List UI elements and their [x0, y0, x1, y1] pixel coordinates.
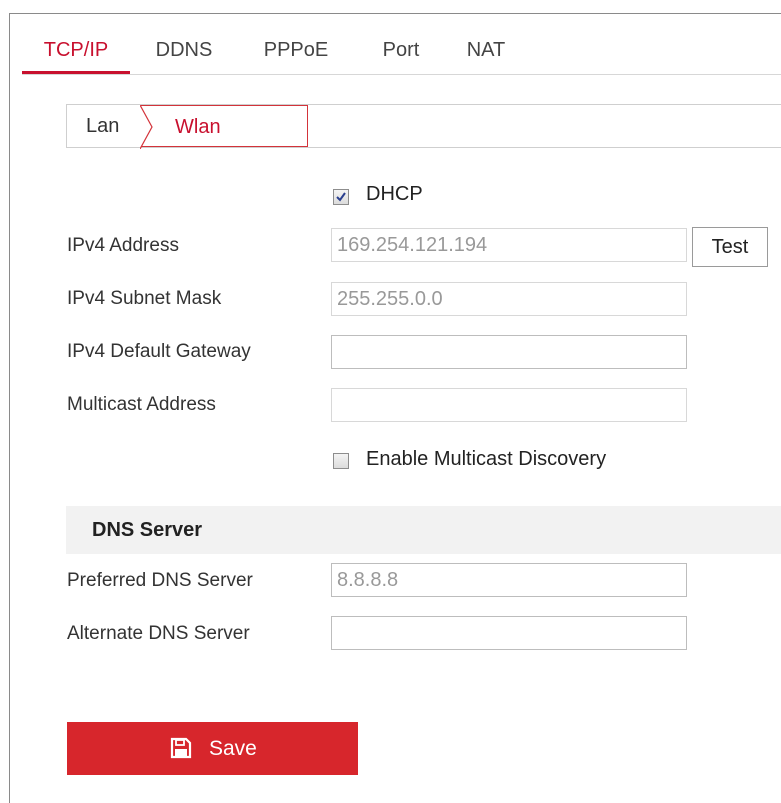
dns-section-header: DNS Server [66, 506, 781, 554]
subtab-lan[interactable]: Lan [86, 105, 119, 147]
dns-section-title: DNS Server [92, 519, 203, 541]
top-tabs: TCP/IP DDNS PPPoE Port NAT [22, 30, 781, 74]
subtab-wlan[interactable]: Wlan [140, 105, 308, 149]
subtab-arrow-icon [140, 105, 153, 149]
ipv4-subnet-mask-input[interactable] [331, 282, 687, 316]
test-button[interactable]: Test [692, 227, 768, 267]
dhcp-checkbox[interactable] [333, 189, 349, 205]
alternate-dns-label: Alternate DNS Server [67, 623, 250, 644]
tab-port[interactable]: Port [377, 30, 425, 74]
subtab-wlan-label: Wlan [175, 116, 221, 138]
ipv4-subnet-mask-label: IPv4 Subnet Mask [67, 288, 222, 309]
tab-tcp-ip[interactable]: TCP/IP [22, 30, 130, 74]
checkmark-icon [336, 192, 346, 202]
multicast-address-input[interactable] [331, 388, 687, 422]
multicast-discovery-label: Enable Multicast Discovery [366, 448, 607, 470]
save-button[interactable]: Save [67, 722, 358, 775]
ipv4-default-gateway-label: IPv4 Default Gateway [67, 341, 251, 362]
floppy-disk-icon [170, 737, 192, 759]
tabs-divider [22, 74, 781, 75]
tab-nat[interactable]: NAT [462, 30, 510, 74]
multicast-address-label: Multicast Address [67, 394, 216, 415]
ipv4-address-label: IPv4 Address [67, 235, 179, 256]
ipv4-default-gateway-input[interactable] [331, 335, 687, 369]
dhcp-label: DHCP [366, 183, 423, 205]
ipv4-address-input[interactable] [331, 228, 687, 262]
preferred-dns-input[interactable] [331, 563, 687, 597]
alternate-dns-input[interactable] [331, 616, 687, 650]
preferred-dns-label: Preferred DNS Server [67, 570, 253, 591]
tab-pppoe[interactable]: PPPoE [258, 30, 334, 74]
save-label: Save [209, 737, 257, 760]
tab-ddns[interactable]: DDNS [150, 30, 218, 74]
multicast-discovery-checkbox[interactable] [333, 453, 349, 469]
subtab-bar: Lan Wlan [66, 104, 781, 149]
